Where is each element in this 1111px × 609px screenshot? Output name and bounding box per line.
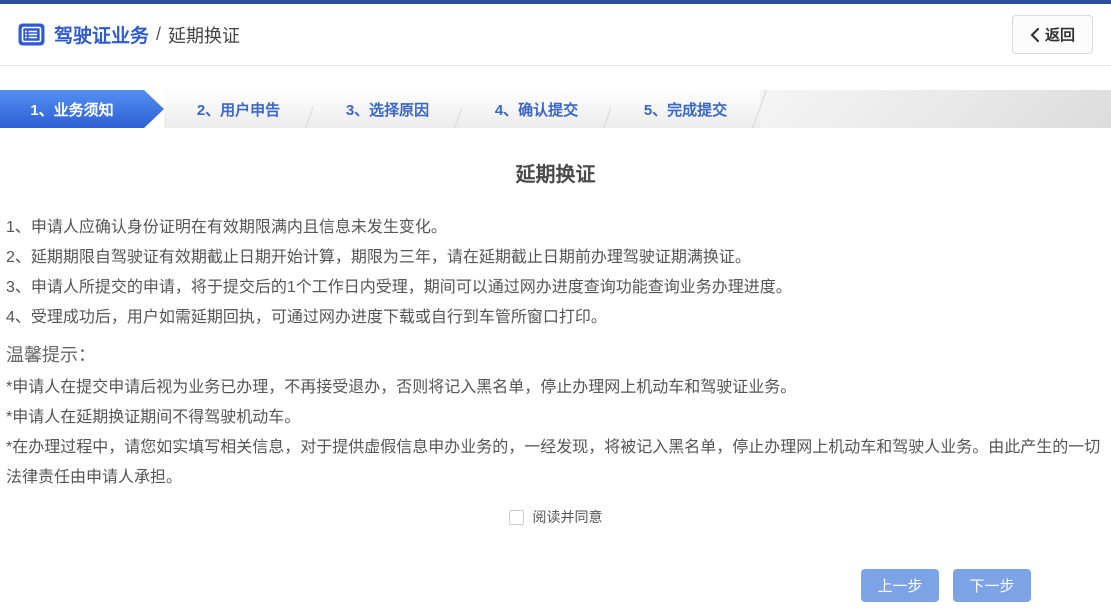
breadcrumb-root[interactable]: 驾驶证业务 (54, 21, 149, 48)
prev-step-button[interactable]: 上一步 (861, 569, 939, 602)
page-header: 驾驶证业务 / 延期换证 返回 (0, 4, 1111, 66)
next-step-button[interactable]: 下一步 (953, 569, 1031, 602)
notice-line: 2、延期期限自驾驶证有效期截止日期开始计算，期限为三年，请在延期截止日期前办理驾… (6, 243, 1105, 273)
notice-list: 1、申请人应确认身份证明在有效期限满内且信息未发生变化。 2、延期期限自驾驶证有… (6, 213, 1105, 333)
breadcrumb-separator: / (156, 24, 161, 45)
step-item: 4、确认提交 (462, 90, 611, 128)
tip-line: *申请人在提交申请后视为业务已办理，不再接受退办，否则将记入黑名单，停止办理网上… (6, 373, 1105, 403)
step-label: 1、业务须知 (30, 99, 113, 120)
back-button-label: 返回 (1045, 24, 1075, 45)
notice-section: 1、申请人应确认身份证明在有效期限满内且信息未发生变化。 2、延期期限自驾驶证有… (0, 213, 1111, 493)
tip-line: *申请人在延期换证期间不得驾驶机动车。 (6, 403, 1105, 433)
step-label: 2、用户申告 (197, 99, 280, 120)
back-button[interactable]: 返回 (1012, 15, 1093, 54)
notice-line: 1、申请人应确认身份证明在有效期限满内且信息未发生变化。 (6, 213, 1105, 243)
footer-actions: 上一步 下一步 (0, 569, 1111, 602)
step-item: 5、完成提交 (611, 90, 760, 128)
agree-checkbox[interactable] (509, 510, 524, 525)
step-label: 4、确认提交 (495, 99, 578, 120)
step-item: 2、用户申告 (164, 90, 313, 128)
step-item: 1、业务须知 (0, 90, 164, 128)
chevron-left-icon (1030, 28, 1039, 42)
step-wizard: 1、业务须知 2、用户申告 3、选择原因 4、确认提交 5、完成提交 (0, 90, 1111, 128)
tips-list: *申请人在提交申请后视为业务已办理，不再接受退办，否则将记入黑名单，停止办理网上… (6, 373, 1105, 493)
step-item: 3、选择原因 (313, 90, 462, 128)
list-form-icon (18, 23, 45, 46)
notice-line: 4、受理成功后，用户如需延期回执，可通过网办进度下载或自行到车管所窗口打印。 (6, 303, 1105, 333)
step-label: 5、完成提交 (644, 99, 727, 120)
page-title: 延期换证 (0, 158, 1111, 187)
agree-row: 阅读并同意 (0, 507, 1111, 527)
notice-line: 3、申请人所提交的申请，将于提交后的1个工作日内受理，期间可以通过网办进度查询功… (6, 273, 1105, 303)
step-wizard-tail (760, 90, 1111, 128)
breadcrumb-current: 延期换证 (168, 22, 240, 48)
step-label: 3、选择原因 (346, 99, 429, 120)
tip-line: *在办理过程中，请您如实填写相关信息，对于提供虚假信息申办业务的，一经发现，将被… (6, 433, 1105, 493)
agree-label: 阅读并同意 (533, 507, 603, 527)
tips-title: 温馨提示： (6, 337, 1105, 373)
